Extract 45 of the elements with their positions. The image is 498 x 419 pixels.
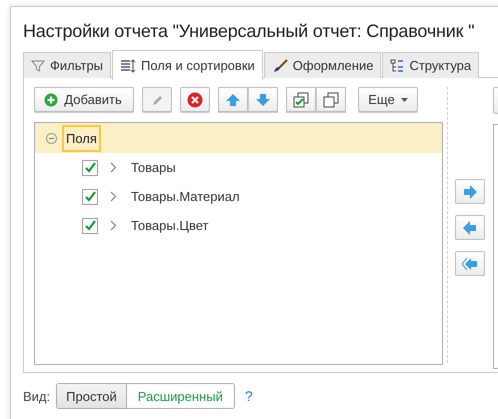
expand-icon[interactable] (110, 191, 117, 202)
tree-item[interactable]: Поля (62, 124, 101, 152)
view-label: Вид: (23, 388, 50, 404)
double-left-arrow-icon (462, 256, 478, 270)
sort-icon (120, 58, 136, 72)
caret-icon (400, 98, 408, 102)
window-title: Настройки отчета "Универсальный отчет: Справочник " (23, 21, 476, 43)
tab[interactable]: Структура (382, 52, 480, 78)
move-up-button[interactable] (218, 87, 248, 112)
left-arrow-icon (462, 220, 476, 234)
remove-field-button[interactable] (454, 215, 484, 240)
collapse-icon[interactable] (46, 132, 57, 144)
tree-item[interactable]: Товары.Материал (131, 189, 240, 204)
tab[interactable]: Поля и сортировки (112, 50, 263, 80)
view-option[interactable]: Простой (57, 384, 126, 408)
structure-icon (390, 58, 404, 72)
filter-icon (31, 58, 45, 72)
tab[interactable]: Оформление (264, 52, 382, 78)
delete-icon (187, 92, 203, 108)
remove-all-button[interactable] (454, 251, 484, 276)
more-button[interactable]: Еще (358, 87, 418, 112)
check-all-button[interactable] (286, 87, 316, 112)
plus-icon (44, 92, 58, 106)
expand-icon[interactable] (110, 220, 117, 231)
help-link[interactable]: ? (244, 388, 253, 404)
tree-row[interactable]: Поля (35, 123, 442, 153)
brush-icon (272, 58, 288, 72)
move-down-button[interactable] (248, 87, 278, 112)
add-field-button[interactable] (454, 179, 484, 204)
boxes-icon (323, 92, 339, 108)
checkbox[interactable] (82, 160, 98, 176)
checkbox[interactable] (82, 218, 98, 234)
up-arrow-icon (226, 94, 240, 106)
checkbox[interactable] (82, 188, 98, 204)
tree-item[interactable]: Товары.Цвет (131, 218, 208, 233)
down-arrow-icon (256, 94, 270, 106)
add-button[interactable]: Добавить (34, 87, 134, 112)
tree-item[interactable]: Товары (131, 160, 176, 175)
uncheck-all-button[interactable] (316, 87, 346, 112)
tab[interactable]: Фильтры (23, 52, 112, 78)
right-arrow-icon (462, 184, 476, 198)
delete-button[interactable] (180, 87, 210, 112)
expand-icon[interactable] (110, 162, 117, 173)
checked-boxes-icon (293, 92, 309, 108)
view-option[interactable]: Расширенный (126, 384, 234, 408)
